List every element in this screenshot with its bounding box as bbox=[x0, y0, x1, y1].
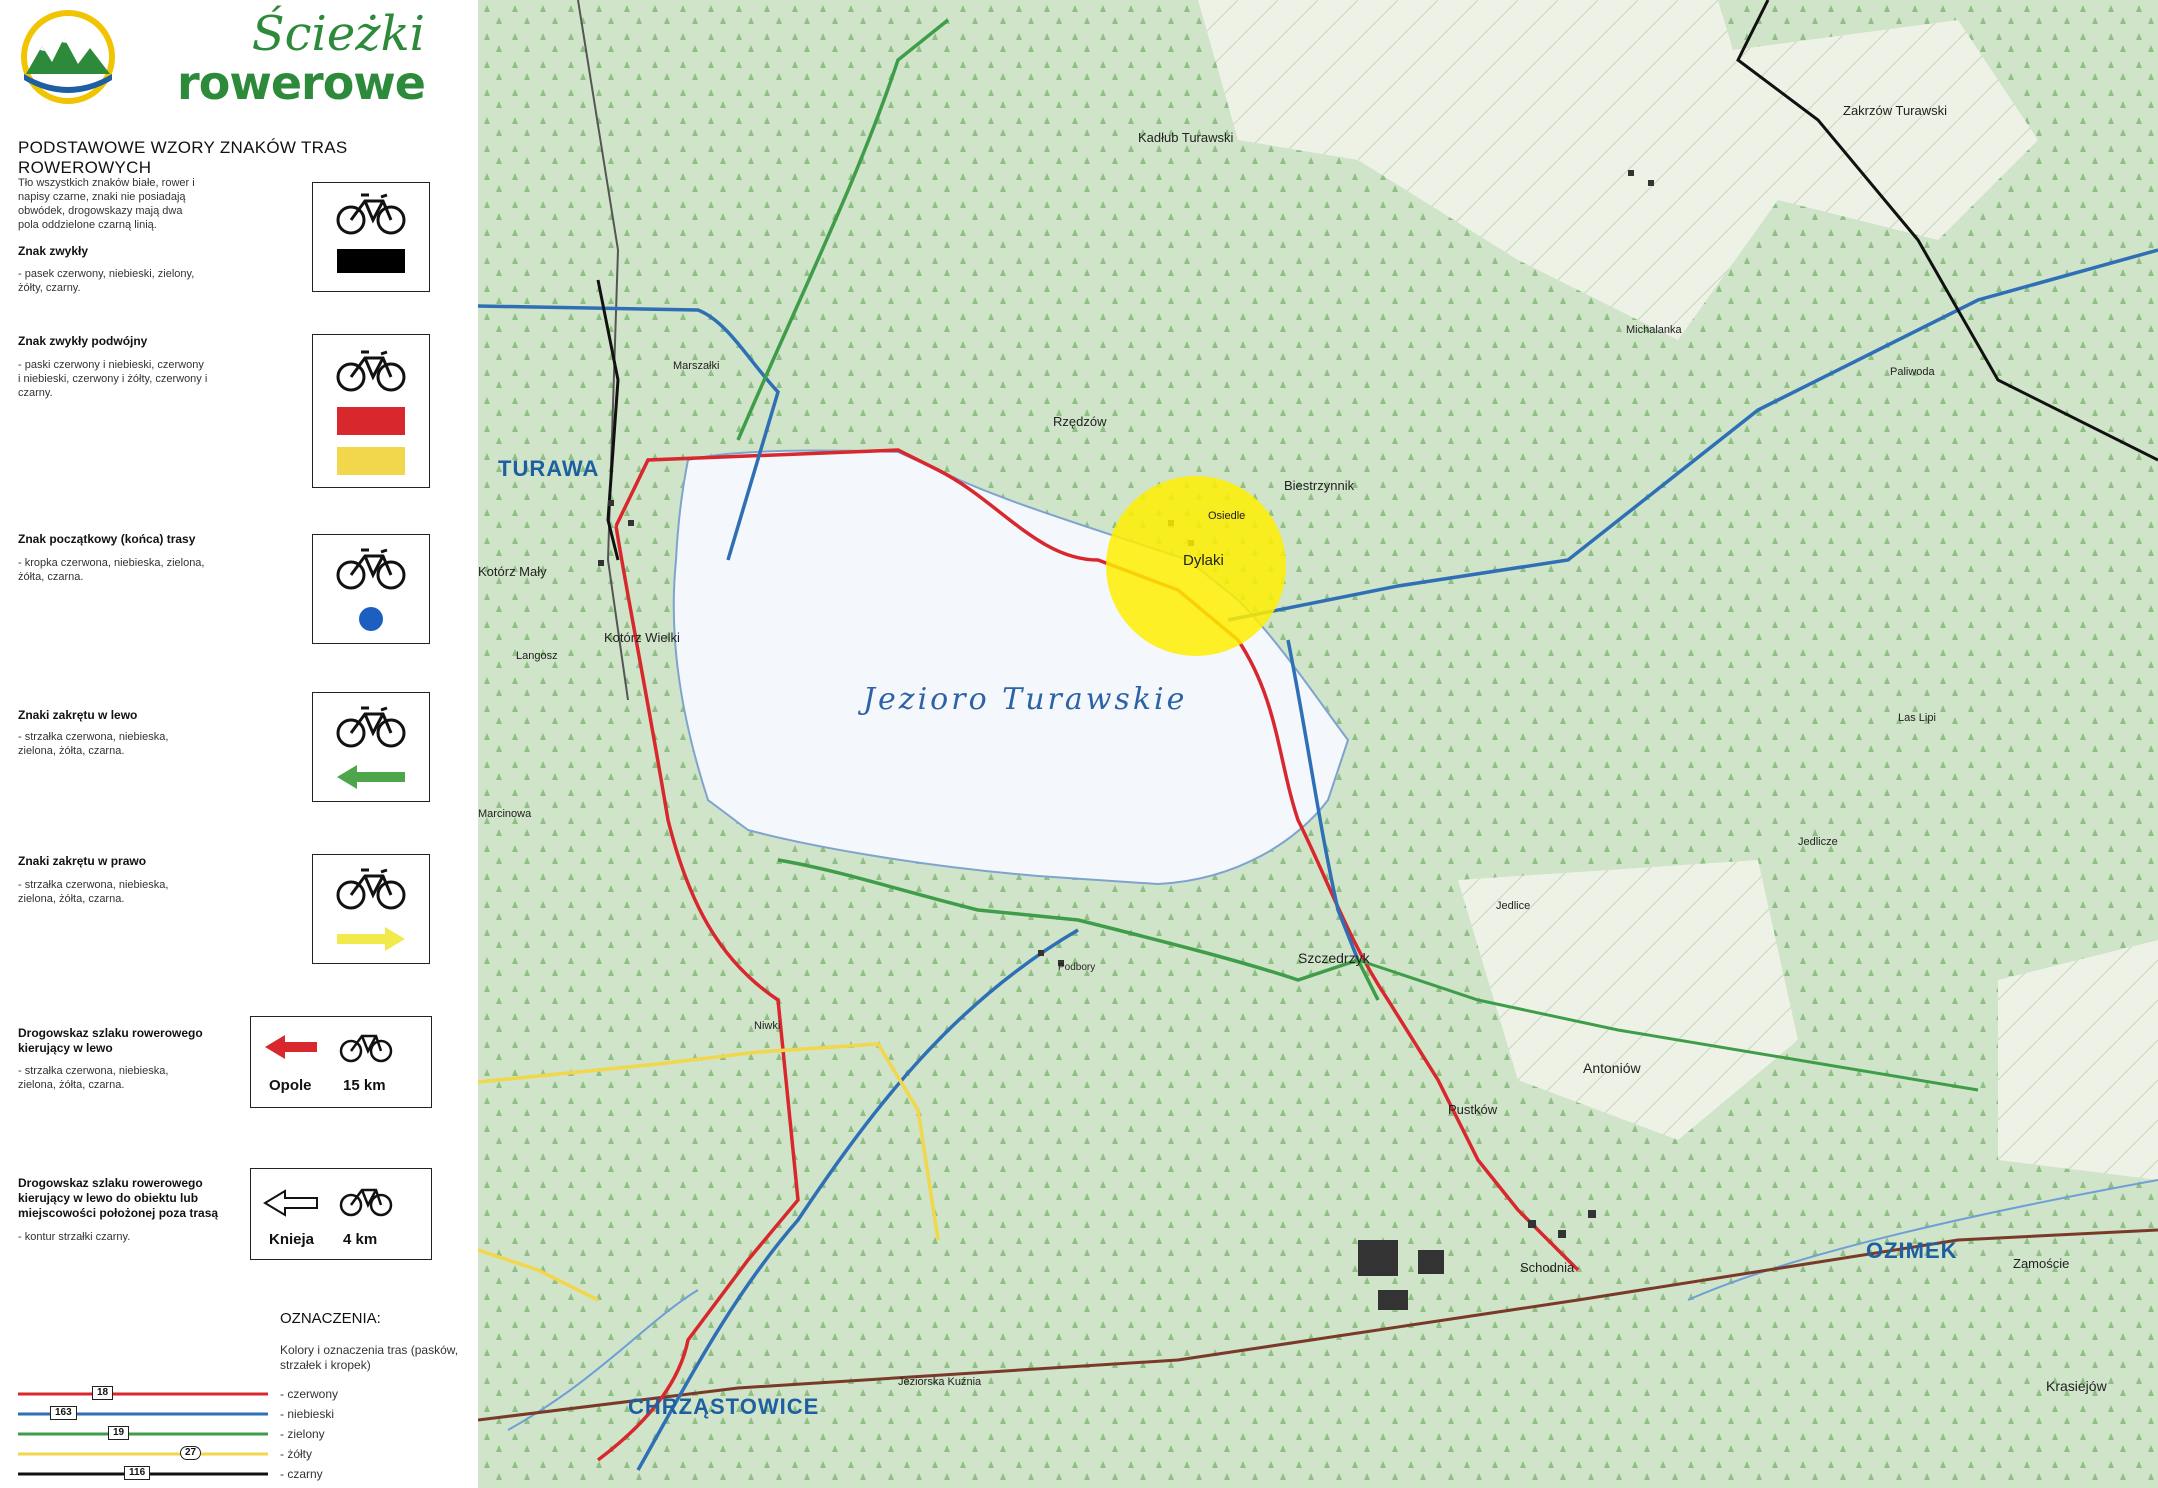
place-label[interactable]: Dylaki bbox=[1183, 552, 1224, 569]
place-chrzastowice[interactable]: CHRZĄSTOWICE bbox=[628, 1394, 819, 1420]
place-label[interactable]: Szczedrzyk bbox=[1298, 950, 1370, 966]
sign-desc-4: - strzałka czerwona, niebieska, zielona,… bbox=[18, 731, 169, 757]
place-label[interactable]: Jedlicze bbox=[1798, 836, 1838, 848]
place-label[interactable]: Pustków bbox=[1448, 1102, 1497, 1117]
route-badge-red: 18 bbox=[92, 1386, 114, 1400]
sign-label-1: Znak zwykły bbox=[18, 244, 89, 258]
place-label[interactable]: Biestrzynnik bbox=[1284, 478, 1354, 493]
logo-icon bbox=[21, 10, 115, 104]
place-label[interactable]: Podbory bbox=[1058, 962, 1095, 973]
sign-desc-7: - kontur strzałki czarny. bbox=[18, 1231, 131, 1243]
place-label[interactable]: Kotórz Mały bbox=[478, 564, 547, 579]
place-label[interactable]: Jeziorska Kuźnia bbox=[898, 1376, 981, 1388]
lake-label: Jezioro Turawskie bbox=[863, 682, 1188, 717]
bicycle-icon bbox=[336, 706, 406, 748]
place-ozimek[interactable]: OZIMEK bbox=[1866, 1238, 1958, 1264]
sign-desc-3: - kropka czerwona, niebieska, zielona, ż… bbox=[18, 557, 205, 583]
sign-label-2: Znak zwykły podwójny bbox=[18, 334, 148, 348]
signpost-place: Knieja bbox=[269, 1231, 315, 1248]
legend-panel: Ścieżki rowerowe PODSTAWOWE WZORY ZNAKÓW… bbox=[0, 0, 478, 1488]
sign-label-3: Znak początkowy (końca) trasy bbox=[18, 532, 196, 546]
sign-desc-1: - pasek czerwony, niebieski, zielony, żó… bbox=[18, 268, 195, 294]
bicycle-icon bbox=[336, 350, 406, 392]
place-label[interactable]: Zamoście bbox=[2013, 1256, 2069, 1271]
place-label[interactable]: Kotórz Wielki bbox=[604, 630, 680, 645]
route-badge-blue: 163 bbox=[50, 1406, 77, 1420]
route-name-black: - czarny bbox=[280, 1467, 323, 1481]
field-area-east bbox=[1998, 940, 2158, 1180]
route-name-green: - zielony bbox=[280, 1427, 325, 1441]
route-badge-green: 19 bbox=[108, 1426, 130, 1440]
sign-desc-2: - paski czerwony i niebieski, czerwony i… bbox=[18, 359, 208, 399]
page: Ścieżki rowerowe PODSTAWOWE WZORY ZNAKÓW… bbox=[0, 0, 2158, 1488]
arrow-left-icon bbox=[265, 1035, 317, 1059]
place-label[interactable]: Niwki bbox=[754, 1020, 780, 1032]
place-label[interactable]: Rzędzów bbox=[1053, 414, 1106, 429]
route-name-yellow: - żółty bbox=[280, 1447, 313, 1461]
bicycle-icon bbox=[336, 548, 406, 590]
bicycle-icon bbox=[336, 868, 406, 910]
markings-subtitle: Kolory i oznaczenia tras (pasków, strzał… bbox=[280, 1343, 459, 1372]
sign-turn-left bbox=[312, 692, 430, 802]
arrow-outline-icon bbox=[263, 1189, 318, 1217]
legend-intro: Tło wszystkich znaków białe, rower i nap… bbox=[18, 177, 195, 231]
sign-plain bbox=[312, 182, 430, 292]
place-label[interactable]: Krasiejów bbox=[2046, 1378, 2107, 1394]
route-badge-black: 116 bbox=[124, 1466, 151, 1480]
stripe-black bbox=[337, 249, 405, 273]
legend-heading: PODSTAWOWE WZORY ZNAKÓW TRAS ROWEROWYCH bbox=[18, 138, 348, 177]
route-badge-yellow: 27 bbox=[180, 1446, 202, 1460]
route-name-red: - czerwony bbox=[280, 1387, 339, 1401]
arrow-left-icon bbox=[337, 765, 405, 789]
signpost-left: Opole 15 km bbox=[250, 1016, 432, 1108]
map[interactable]: Jezioro Turawskie TURAWA OZIMEK CHRZĄSTO… bbox=[478, 0, 2158, 1488]
brand-subtitle: rowerowe bbox=[177, 56, 426, 110]
place-label[interactable]: Osiedle bbox=[1208, 510, 1245, 522]
sign-label-6: Drogowskaz szlaku rowerowego kierujący w… bbox=[18, 1026, 203, 1055]
place-label[interactable]: Paliwoda bbox=[1890, 366, 1935, 378]
sign-double bbox=[312, 334, 430, 488]
signpost-distance: 15 km bbox=[343, 1077, 386, 1094]
place-label[interactable]: Kadłub Turawski bbox=[1138, 130, 1233, 145]
bicycle-icon bbox=[339, 1188, 393, 1217]
markings-title: OZNACZENIA: bbox=[280, 1310, 381, 1327]
place-label[interactable]: Schodnia bbox=[1520, 1260, 1574, 1275]
place-label[interactable]: Marszałki bbox=[673, 360, 719, 372]
place-label[interactable]: Langosz bbox=[516, 650, 558, 662]
sign-desc-6: - strzałka czerwona, niebieska, zielona,… bbox=[18, 1065, 169, 1091]
brand-title: Ścieżki bbox=[251, 6, 425, 62]
sign-label-4: Znaki zakrętu w lewo bbox=[18, 708, 138, 722]
map-canvas bbox=[478, 0, 2158, 1488]
place-label[interactable]: Las Lipi bbox=[1898, 712, 1936, 724]
place-label[interactable]: Jedlice bbox=[1496, 900, 1530, 912]
route-name-blue: - niebieski bbox=[280, 1407, 335, 1421]
place-label[interactable]: Marcinowa bbox=[478, 808, 531, 820]
signpost-place: Opole bbox=[269, 1077, 312, 1094]
bicycle-icon bbox=[339, 1034, 393, 1063]
signpost-outline: Knieja 4 km bbox=[250, 1168, 432, 1260]
place-label[interactable]: Michalanka bbox=[1626, 324, 1682, 336]
place-turawa[interactable]: TURAWA bbox=[498, 456, 599, 482]
sign-desc-5: - strzałka czerwona, niebieska, zielona,… bbox=[18, 879, 169, 905]
place-label[interactable]: Antoniów bbox=[1583, 1060, 1641, 1076]
sign-label-5: Znaki zakrętu w prawo bbox=[18, 854, 147, 868]
sign-label-7: Drogowskaz szlaku rowerowego kierujący w… bbox=[18, 1176, 219, 1220]
bicycle-icon bbox=[336, 193, 406, 235]
sign-start bbox=[312, 534, 430, 644]
place-label[interactable]: Zakrzów Turawski bbox=[1843, 103, 1947, 118]
sign-turn-right bbox=[312, 854, 430, 964]
signpost-distance: 4 km bbox=[343, 1231, 378, 1248]
arrow-right-icon bbox=[337, 927, 405, 951]
